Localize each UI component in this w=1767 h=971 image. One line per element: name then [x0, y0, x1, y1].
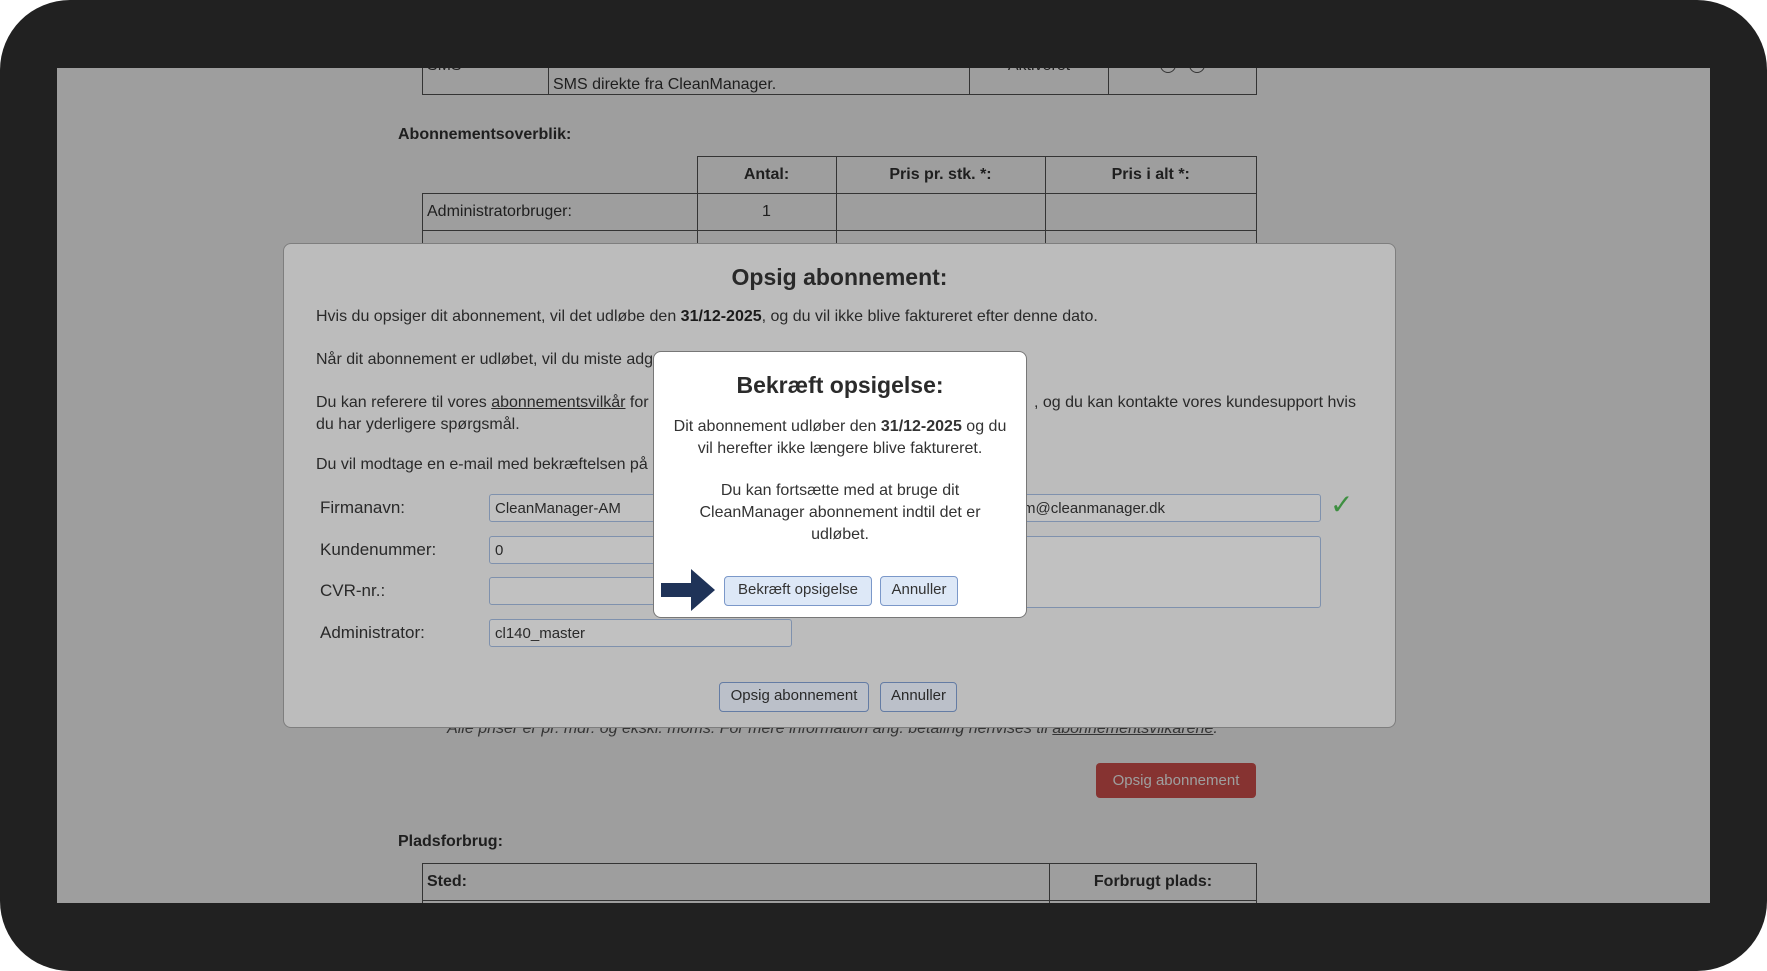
arrow-right-icon	[661, 569, 715, 611]
confirm-title: Bekræft opsigelse:	[736, 372, 944, 398]
confirm-dialog-cancel-button[interactable]: Annuller	[880, 576, 958, 606]
confirm-text-continue: Du kan fortsætte med at bruge dit CleanM…	[699, 482, 981, 543]
subscription-page: SMS SMS direkte fra CleanManager. Aktive…	[57, 68, 1710, 903]
screen: SMS SMS direkte fra CleanManager. Aktive…	[57, 68, 1710, 903]
confirm-dialog: Bekræft opsigelse: Dit abonnement udløbe…	[653, 351, 1027, 618]
device-bezel: SMS SMS direkte fra CleanManager. Aktive…	[0, 0, 1767, 971]
confirm-text-expiry: Dit abonnement udløber den 31/12-2025 og…	[673, 418, 1007, 457]
confirm-cancellation-button[interactable]: Bekræft opsigelse	[724, 576, 872, 606]
